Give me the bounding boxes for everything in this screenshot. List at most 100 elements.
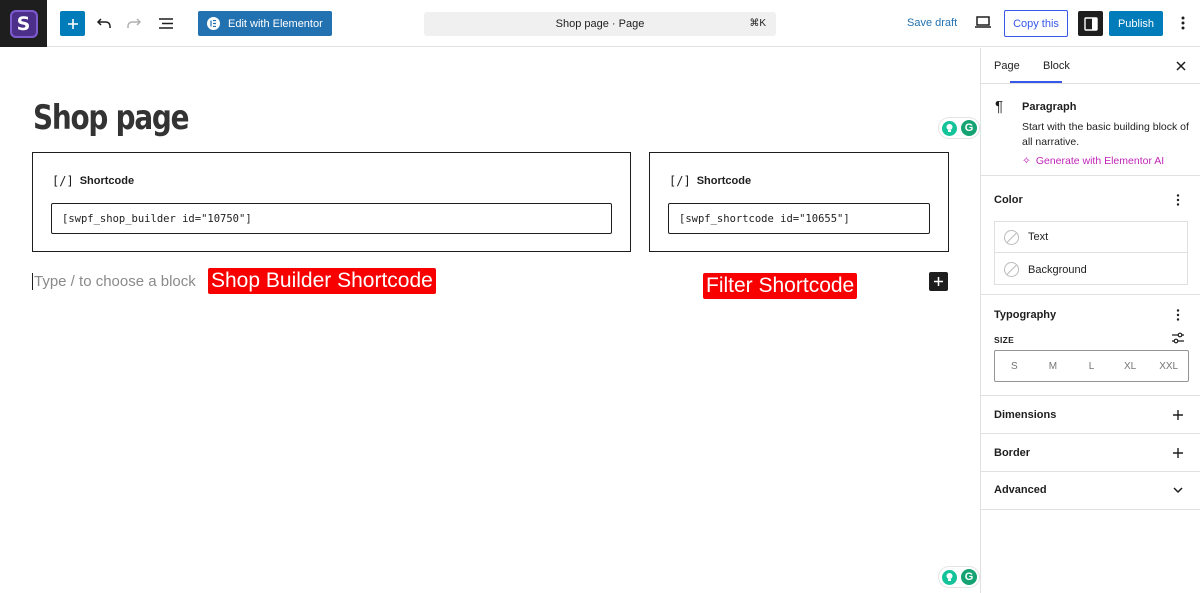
advanced-panel-title: Advanced	[994, 484, 1047, 496]
settings-sliders-icon	[1172, 332, 1184, 344]
border-add-button[interactable]	[1171, 446, 1185, 460]
shortcode-label-text: Shortcode	[696, 175, 752, 187]
close-sidebar-button[interactable]	[1173, 58, 1189, 74]
border-panel[interactable]: Border	[981, 434, 1200, 472]
paragraph-icon: ¶	[995, 98, 1004, 115]
redo-button[interactable]	[123, 12, 145, 34]
dimensions-panel[interactable]: Dimensions	[981, 396, 1200, 434]
redo-icon	[127, 18, 142, 28]
block-card-title: Paragraph	[1022, 101, 1077, 113]
elementor-logo-icon	[207, 17, 220, 30]
publish-button[interactable]: Publish	[1109, 11, 1163, 36]
site-logo-icon: S	[9, 9, 38, 38]
dimensions-add-button[interactable]	[1171, 408, 1185, 422]
border-panel-title: Border	[994, 447, 1031, 459]
generate-ai-link[interactable]: ✧ Generate with Elementor AI	[1022, 155, 1164, 167]
site-logo-letter: S	[16, 12, 31, 35]
list-view-icon	[159, 17, 173, 29]
copy-this-button[interactable]: Copy this	[1004, 10, 1068, 37]
shortcode-block-label: [/] Shortcode	[669, 174, 751, 188]
sidebar-panel-icon	[1083, 16, 1098, 31]
shortcode-text-field[interactable]: [swpf_shortcode id="10655"]	[668, 203, 930, 234]
shortcode-icon: [/]	[669, 174, 691, 188]
empty-swatch-icon	[1004, 262, 1019, 277]
shortcode-text-field[interactable]: [swpf_shop_builder id="10750"]	[51, 203, 612, 234]
command-palette-bar[interactable]: Shop page · Page ⌘K	[424, 12, 776, 36]
grammarly-icon: G	[961, 569, 977, 585]
edit-with-elementor-button[interactable]: Edit with Elementor	[198, 11, 332, 36]
page-title[interactable]: Shop page	[33, 98, 190, 138]
site-logo-button[interactable]: S	[0, 0, 47, 47]
generate-ai-label: Generate with Elementor AI	[1035, 155, 1165, 167]
empty-block-placeholder[interactable]: Type / to choose a block	[32, 273, 196, 290]
settings-sidebar-toggle[interactable]	[1078, 11, 1103, 36]
sparkle-icon: ✧	[1022, 155, 1031, 167]
color-item-label: Text	[1028, 231, 1049, 243]
active-tab-indicator	[1010, 81, 1062, 83]
editor-canvas: Shop page G [/] Shortcode [swpf_shop_bui…	[0, 48, 980, 593]
block-inserter-button[interactable]	[60, 11, 85, 36]
settings-sidebar: Page Block ¶ Paragraph Start with the ba…	[980, 48, 1200, 593]
annotation-shop-builder: Shop Builder Shortcode	[208, 268, 436, 294]
shortcode-icon: [/]	[52, 174, 74, 188]
size-option-s[interactable]: S	[995, 351, 1034, 381]
plus-icon	[67, 18, 78, 29]
color-item-label: Background	[1028, 263, 1087, 276]
undo-icon	[96, 18, 111, 28]
plus-icon	[1173, 448, 1183, 458]
empty-swatch-icon	[1004, 229, 1019, 245]
color-list: Text Background	[994, 221, 1188, 285]
typography-panel: Typography SIZE S M L XL XXL	[981, 295, 1200, 396]
shortcode-block-label: [/] Shortcode	[52, 174, 134, 188]
shortcode-block-filter[interactable]: [/] Shortcode [swpf_shortcode id="10655"…	[649, 152, 949, 252]
document-overview-button[interactable]	[155, 12, 177, 34]
edit-with-elementor-label: Edit with Elementor	[228, 17, 323, 30]
size-option-m[interactable]: M	[1034, 351, 1073, 381]
command-shortcut: ⌘K	[749, 18, 766, 29]
custom-size-toggle[interactable]	[1171, 331, 1185, 345]
bulb-icon	[942, 120, 957, 136]
grammarly-widget[interactable]: G	[939, 567, 979, 587]
save-draft-button[interactable]: Save draft	[907, 17, 957, 29]
advanced-toggle[interactable]	[1171, 483, 1185, 497]
advanced-panel[interactable]: Advanced	[981, 472, 1200, 510]
color-panel: Color Text Background	[981, 176, 1200, 295]
color-panel-title: Color	[994, 194, 1023, 206]
size-option-l[interactable]: L	[1072, 351, 1111, 381]
tab-page[interactable]: Page	[994, 60, 1020, 72]
chevron-down-icon	[1173, 487, 1183, 494]
block-card: ¶ Paragraph Start with the basic buildin…	[981, 84, 1200, 176]
dimensions-panel-title: Dimensions	[994, 409, 1057, 421]
vertical-ellipsis-icon	[1176, 309, 1180, 321]
tab-block[interactable]: Block	[1043, 60, 1070, 72]
size-option-xxl[interactable]: XXL	[1149, 351, 1188, 381]
shortcode-label-text: Shortcode	[79, 175, 135, 187]
typography-panel-title: Typography	[994, 309, 1057, 321]
vertical-ellipsis-icon	[1181, 16, 1185, 30]
shortcode-block-shop-builder[interactable]: [/] Shortcode [swpf_shop_builder id="107…	[32, 152, 631, 252]
document-title: Shop page · Page	[555, 18, 645, 30]
add-block-button[interactable]	[929, 272, 948, 291]
font-size-picker: S M L XL XXL	[994, 350, 1189, 382]
size-option-xl[interactable]: XL	[1111, 351, 1150, 381]
block-card-description: Start with the basic building block of a…	[1022, 121, 1189, 148]
options-menu-button[interactable]	[1173, 13, 1193, 33]
undo-button[interactable]	[93, 12, 115, 34]
color-options-button[interactable]	[1171, 193, 1185, 207]
plus-icon	[934, 277, 943, 286]
preview-button[interactable]	[974, 14, 994, 32]
typography-options-button[interactable]	[1171, 308, 1185, 322]
color-item-text[interactable]: Text	[995, 222, 1187, 253]
vertical-ellipsis-icon	[1176, 194, 1180, 206]
plus-icon	[1173, 410, 1183, 420]
font-size-label: SIZE	[994, 335, 1015, 345]
grammarly-icon: G	[961, 120, 977, 136]
editor-top-toolbar: S Edit with Elementor Shop page · Page ⌘…	[0, 0, 1200, 47]
bulb-icon	[942, 569, 957, 585]
desktop-preview-icon	[975, 16, 991, 28]
close-icon	[1176, 61, 1186, 71]
sidebar-tabs: Page Block	[981, 48, 1200, 84]
annotation-filter: Filter Shortcode	[703, 273, 858, 299]
grammarly-widget[interactable]: G	[939, 118, 979, 138]
color-item-background[interactable]: Background	[995, 254, 1187, 285]
